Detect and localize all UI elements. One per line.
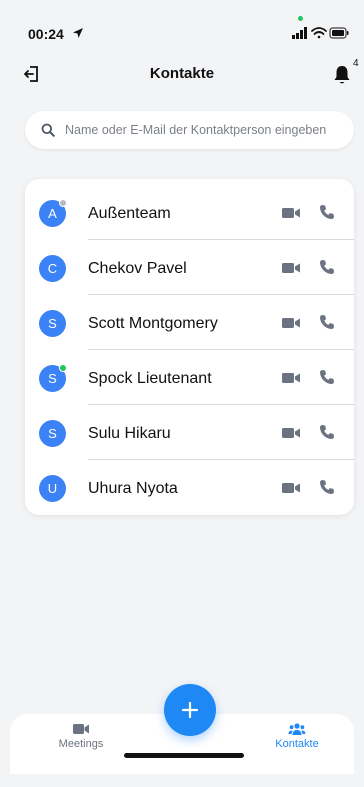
contact-name: Uhura Nyota [88,480,178,497]
phone-call-icon[interactable] [319,259,335,275]
video-call-icon[interactable] [281,261,301,275]
video-call-icon[interactable] [281,371,301,385]
app-header: Kontakte 4 [0,52,364,96]
video-call-icon[interactable] [281,426,301,440]
tab-label-meetings: Meetings [58,738,104,750]
signal-icon [292,27,307,39]
contact-row[interactable]: S Sulu Hikaru [25,405,354,460]
video-call-icon[interactable] [281,316,301,330]
avatar-initial: A [48,206,57,221]
contact-row[interactable]: S Spock Lieutenant [25,350,354,405]
status-time: 00:24 [28,26,64,42]
contact-name: Sulu Hikaru [88,425,171,442]
plus-icon [181,701,199,719]
avatar-initial: S [48,371,57,386]
avatar: A [39,199,67,227]
battery-icon [329,27,349,39]
contact-row[interactable]: U Uhura Nyota [25,460,354,515]
phone-call-icon[interactable] [319,204,335,220]
video-call-icon[interactable] [281,481,301,495]
avatar: S [39,310,66,337]
app-screen: 00:24 Kontakte 4 Name oder E-Mail der Ko… [0,0,364,787]
status-bar: 00:24 [0,0,364,48]
contact-name: Spock Lieutenant [88,370,212,387]
contact-name: Scott Montgomery [88,315,218,332]
contact-row[interactable]: C Chekov Pavel [25,240,354,295]
page-title: Kontakte [149,65,215,82]
phone-call-icon[interactable] [319,369,335,385]
tab-contacts[interactable]: Kontakte [252,714,342,772]
users-icon [288,723,306,735]
camera-indicator-dot [298,16,303,21]
contact-row[interactable]: A Außenteam [25,185,354,240]
presence-away-dot [59,199,67,207]
home-indicator [124,753,244,758]
search-icon [41,123,55,137]
contact-row[interactable]: S Scott Montgomery [25,295,354,350]
avatar-initial: U [47,481,58,496]
location-arrow-icon [73,28,83,38]
contact-name: Außenteam [88,205,171,222]
phone-call-icon[interactable] [319,314,335,330]
avatar: S [39,364,67,392]
add-contact-button[interactable] [164,684,216,736]
avatar-initial: S [48,316,57,331]
video-call-icon[interactable] [281,206,301,220]
wifi-icon [311,27,327,39]
video-camera-icon [73,724,89,734]
tab-label-contacts: Kontakte [275,738,319,750]
notification-count: 4 [353,58,359,69]
contact-name: Chekov Pavel [88,260,187,277]
status-icons [292,27,349,39]
contacts-list: A Außenteam C Chekov Pavel S Scott Montg… [25,179,354,515]
avatar-initial: C [47,261,58,276]
search-input[interactable] [65,111,354,149]
tab-meetings[interactable]: Meetings [36,714,126,772]
avatar: U [39,475,66,502]
avatar: S [39,420,66,447]
bell-icon[interactable] [332,64,352,86]
phone-call-icon[interactable] [319,479,335,495]
search-bar [25,111,354,149]
phone-call-icon[interactable] [319,424,335,440]
avatar: C [39,255,66,282]
avatar-initial: S [48,426,57,441]
presence-online-dot [59,364,67,372]
